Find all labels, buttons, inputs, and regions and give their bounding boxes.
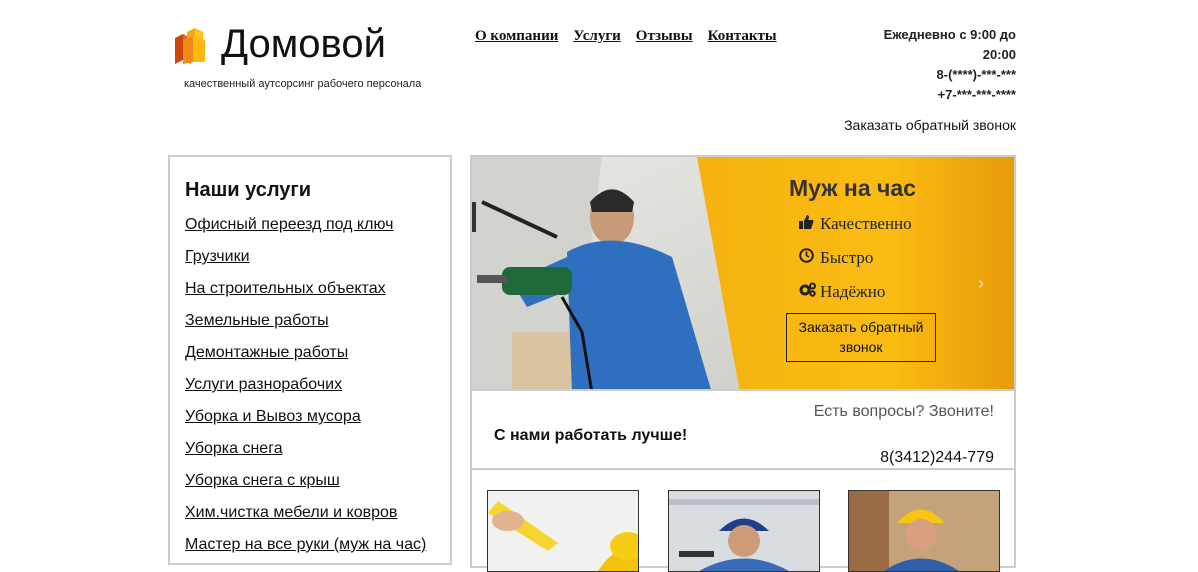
list-item: Уборка снега с крыш: [185, 472, 450, 504]
service-link-roof-snow[interactable]: Уборка снега с крыш: [185, 472, 340, 489]
feature-speed-label: Быстро: [820, 248, 874, 267]
thumbs-up-icon: [799, 214, 815, 234]
info-phone[interactable]: 8(3412)244-779: [880, 449, 994, 467]
service-link-snow[interactable]: Уборка снега: [185, 440, 283, 457]
nav-services[interactable]: Услуги: [573, 28, 620, 45]
banner-callback-button[interactable]: Заказать обратный звонок: [786, 313, 936, 362]
phone-secondary: +7-***-***-****: [937, 87, 1016, 102]
list-item: Офисный переезд под ключ: [185, 216, 450, 248]
logo[interactable]: Домовой: [173, 22, 386, 66]
logo-text: Домовой: [221, 22, 386, 66]
list-item: Уборка и Вывоз мусора: [185, 408, 450, 440]
feature-quality-label: Качественно: [820, 214, 912, 233]
phone-primary: 8-(****)-***-***: [936, 67, 1016, 82]
thumb-worker-cap-image[interactable]: [668, 490, 820, 572]
service-link-demolition[interactable]: Демонтажные работы: [185, 344, 348, 361]
list-item: Хим.чистка мебели и ковров: [185, 504, 450, 536]
services-list: Офисный переезд под ключ Грузчики На стр…: [185, 216, 450, 568]
feature-reliability-label: Надёжно: [820, 282, 886, 301]
services-gallery: [470, 468, 1016, 572]
service-link-handyman[interactable]: Мастер на все руки (муж на час): [185, 536, 426, 553]
services-sidebar: Наши услуги Офисный переезд под ключ Гру…: [168, 155, 452, 565]
list-item: Услуги разнорабочих: [185, 376, 450, 408]
service-link-cleanup[interactable]: Уборка и Вывоз мусора: [185, 408, 361, 425]
list-item: Уборка снега: [185, 440, 450, 472]
feature-reliability: Надёжно: [799, 282, 1007, 302]
questions-text: Есть вопросы? Звоните!: [813, 403, 994, 420]
nav-about[interactable]: О компании: [475, 28, 558, 45]
feature-quality: Качественно: [799, 214, 1007, 234]
contact-block: Ежедневно с 9:00 до 20:00 8-(****)-***-*…: [866, 25, 1016, 105]
thumb-tape-measure-image[interactable]: [487, 490, 639, 572]
list-item: На строительных объектах: [185, 280, 450, 312]
nav-reviews[interactable]: Отзывы: [636, 28, 693, 45]
service-link-dry-cleaning[interactable]: Хим.чистка мебели и ковров: [185, 504, 397, 521]
service-link-earthworks[interactable]: Земельные работы: [185, 312, 329, 329]
sidebar-title: Наши услуги: [185, 179, 312, 201]
logo-cubes-icon: [175, 28, 205, 64]
tagline: качественный аутсорсинг рабочего персона…: [184, 78, 422, 90]
service-link-construction[interactable]: На строительных объектах: [185, 280, 386, 297]
feature-speed: Быстро: [799, 248, 1007, 268]
thumb-hardhat-worker-image[interactable]: [848, 490, 1000, 572]
gears-icon: [799, 282, 816, 302]
lead-text: С нами работать лучше!: [494, 427, 688, 444]
list-item: Мастер на все руки (муж на час): [185, 536, 450, 568]
nav-contacts[interactable]: Контакты: [708, 28, 777, 45]
callback-link[interactable]: Заказать обратный звонок: [844, 117, 1016, 133]
working-hours: Ежедневно с 9:00 до 20:00: [883, 27, 1016, 62]
clock-icon: [799, 248, 815, 268]
main-nav: О компании Услуги Отзывы Контакты: [475, 28, 777, 45]
service-link-laborers[interactable]: Услуги разнорабочих: [185, 376, 342, 393]
service-link-movers[interactable]: Грузчики: [185, 248, 250, 265]
banner-panel: Муж на час Качественно Быстро Надёжно: [787, 175, 1007, 302]
service-link-office-move[interactable]: Офисный переезд под ключ: [185, 216, 393, 233]
list-item: Демонтажные работы: [185, 344, 450, 376]
info-block: Есть вопросы? Звоните! С нами работать л…: [470, 389, 1016, 470]
slider-next-arrow[interactable]: ›: [978, 273, 984, 294]
list-item: Грузчики: [185, 248, 450, 280]
hero-slider: Муж на час Качественно Быстро Надёжно За…: [470, 155, 1016, 391]
banner-title: Муж на час: [789, 175, 916, 201]
list-item: Земельные работы: [185, 312, 450, 344]
